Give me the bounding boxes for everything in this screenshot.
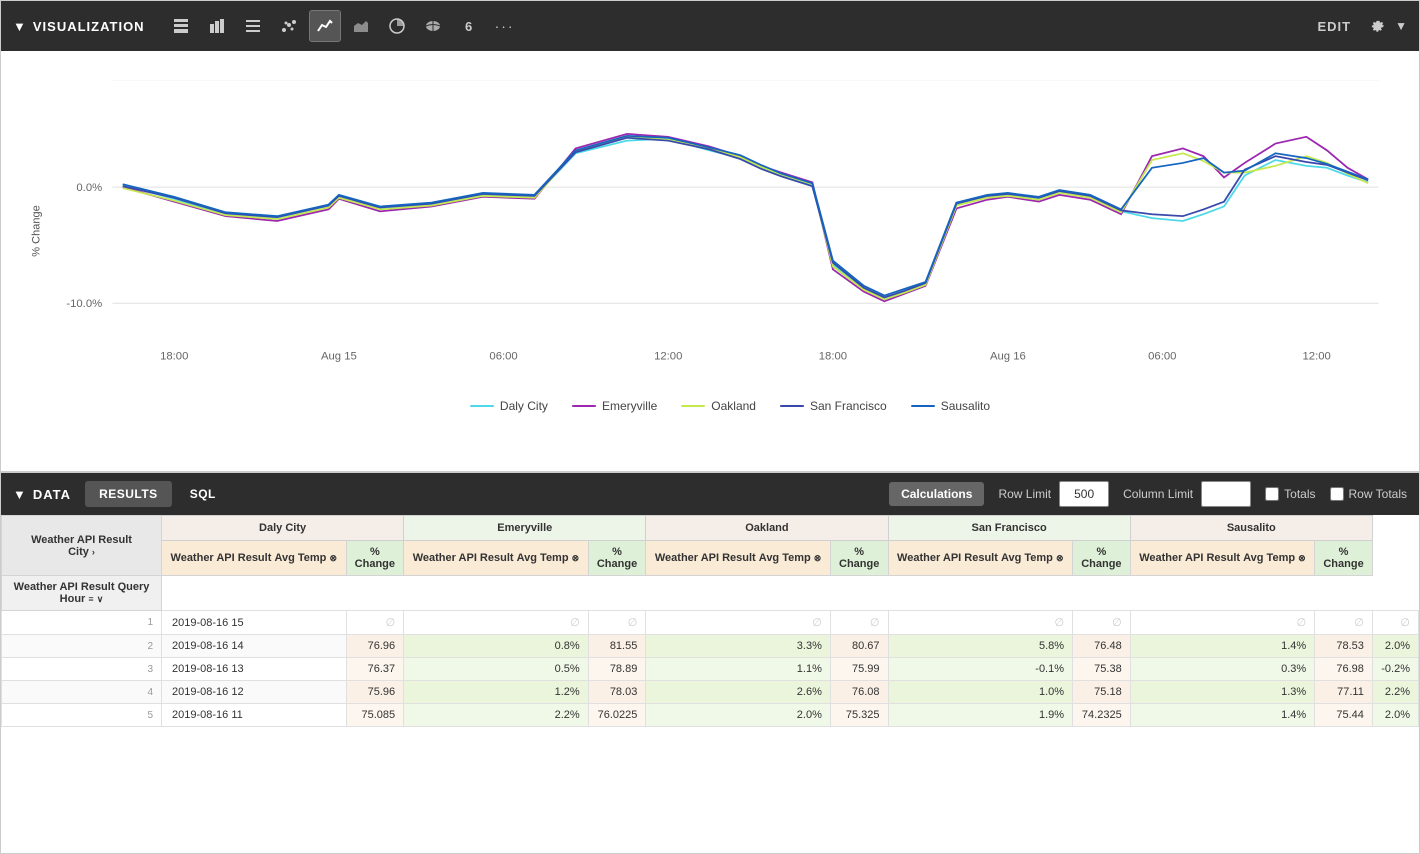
viz-title: ▼ VISUALIZATION (13, 19, 145, 34)
calculations-button[interactable]: Calculations (889, 482, 984, 506)
svg-text:18:00: 18:00 (819, 351, 847, 363)
chart-svg: 0.0% -10.0% 18:00 Aug 15 06:00 12:00 18:… (61, 71, 1399, 371)
saus-avg-temp-header: Weather API Result Avg Temp ⊗ (1130, 541, 1315, 576)
settings-icon[interactable] (1361, 10, 1393, 42)
legend-san-francisco: San Francisco (780, 399, 887, 413)
data-title-label: DATA (33, 487, 71, 502)
toolbar-icons: 6 ··· (165, 10, 521, 42)
row-totals-checkbox[interactable] (1330, 487, 1344, 501)
city-oakland-header: Oakland (646, 516, 888, 541)
number-icon[interactable]: 6 (453, 10, 485, 42)
table-container: Weather API Result City › Daly City Emer… (1, 515, 1419, 853)
svg-text:Aug 16: Aug 16 (990, 351, 1026, 363)
emery-pct-change-header: %Change (588, 541, 646, 576)
area-chart-icon[interactable] (345, 10, 377, 42)
viz-title-label: VISUALIZATION (33, 19, 145, 34)
row-header-th: Weather API Result City › (2, 516, 162, 576)
totals-checkbox[interactable] (1265, 487, 1279, 501)
scatter-icon[interactable] (273, 10, 305, 42)
bar-chart-icon[interactable] (201, 10, 233, 42)
svg-text:Aug 15: Aug 15 (321, 351, 357, 363)
table-icon[interactable] (165, 10, 197, 42)
chevron-down-icon: ▼ (13, 19, 27, 34)
line-chart-icon[interactable] (309, 10, 341, 42)
legend-daly-city: Daly City (470, 399, 548, 413)
svg-text:06:00: 06:00 (489, 351, 517, 363)
tab-results[interactable]: RESULTS (85, 481, 172, 507)
pie-chart-icon[interactable] (381, 10, 413, 42)
oak-avg-temp-header: Weather API Result Avg Temp ⊗ (646, 541, 831, 576)
col-limit-label: Column Limit (1123, 487, 1193, 501)
tab-sql[interactable]: SQL (176, 481, 230, 507)
chart-area: % Change 0.0% -10.0% 18:00 Aug 15 06:00 … (1, 51, 1419, 471)
col-limit-input[interactable] (1201, 481, 1251, 507)
emery-avg-temp-header: Weather API Result Avg Temp ⊗ (404, 541, 589, 576)
svg-text:12:00: 12:00 (654, 351, 682, 363)
data-toolbar: ▼ DATA RESULTS SQL Calculations Row Limi… (1, 473, 1419, 515)
svg-text:12:00: 12:00 (1303, 351, 1331, 363)
row-limit-input[interactable] (1059, 481, 1109, 507)
chevron-down-data-icon: ▼ (13, 487, 27, 502)
legend-sausalito: Sausalito (911, 399, 990, 413)
legend-emeryville: Emeryville (572, 399, 657, 413)
y-axis-label: % Change (31, 205, 43, 256)
saus-pct-change-header: %Change (1315, 541, 1373, 576)
svg-text:0.0%: 0.0% (76, 182, 102, 194)
totals-checkbox-label[interactable]: Totals (1265, 487, 1315, 501)
daly-avg-temp-header: Weather API Result Avg Temp ⊗ (162, 541, 347, 576)
map-icon[interactable] (417, 10, 449, 42)
row-totals-checkbox-label[interactable]: Row Totals (1330, 487, 1407, 501)
query-hour-header: Weather API Result QueryHour ≡ ∨ (2, 576, 162, 611)
chevron-down-settings: ▼ (1395, 19, 1407, 33)
city-sf-header: San Francisco (888, 516, 1130, 541)
data-section: ▼ DATA RESULTS SQL Calculations Row Limi… (1, 471, 1419, 853)
daly-pct-change-header: %Change (346, 541, 404, 576)
city-emery-header: Emeryville (404, 516, 646, 541)
list-icon[interactable] (237, 10, 269, 42)
more-icon[interactable]: ··· (489, 10, 521, 42)
svg-text:06:00: 06:00 (1148, 351, 1176, 363)
oak-pct-change-header: %Change (830, 541, 888, 576)
sf-pct-change-header: %Change (1073, 541, 1131, 576)
edit-button[interactable]: EDIT (1317, 19, 1351, 34)
sf-avg-temp-header: Weather API Result Avg Temp ⊗ (888, 541, 1073, 576)
results-table: Weather API Result City › Daly City Emer… (1, 515, 1419, 727)
svg-text:18:00: 18:00 (160, 351, 188, 363)
legend-oakland: Oakland (681, 399, 756, 413)
chart-legend: Daly City Emeryville Oakland San Francis… (61, 399, 1399, 413)
city-sausa-header: Sausalito (1130, 516, 1372, 541)
city-daly-header: Daly City (162, 516, 404, 541)
svg-text:-10.0%: -10.0% (66, 298, 102, 310)
viz-toolbar: ▼ VISUALIZATION (1, 1, 1419, 51)
row-limit-label: Row Limit (998, 487, 1051, 501)
data-title: ▼ DATA (13, 487, 71, 502)
